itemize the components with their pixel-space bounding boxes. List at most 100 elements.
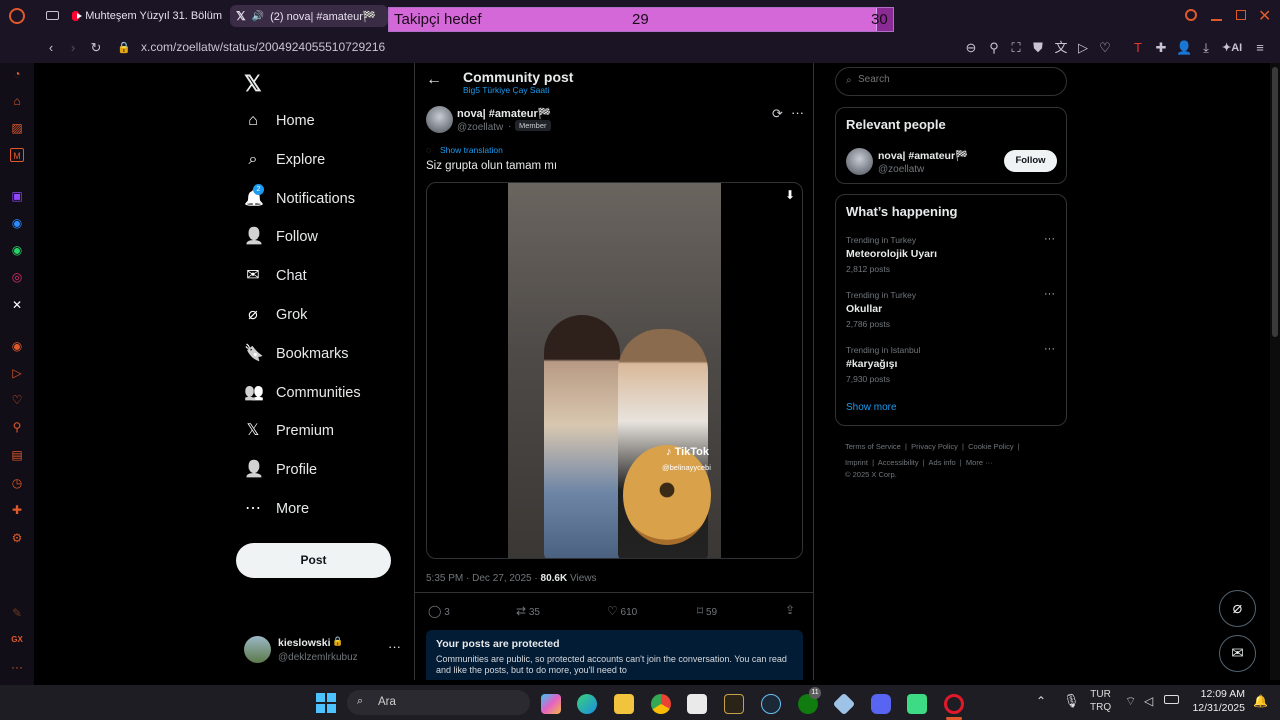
scrollbar[interactable] xyxy=(1270,63,1280,680)
download-icon[interactable]: ⬇ xyxy=(785,188,795,202)
footer-link[interactable]: Cookie Policy xyxy=(968,442,1013,451)
microphone-icon[interactable]: 🎙 xyxy=(1063,693,1080,709)
author-avatar[interactable] xyxy=(426,106,453,133)
discord-icon[interactable] xyxy=(871,694,891,714)
nav-more[interactable]: ⋯ More xyxy=(244,497,309,521)
x-logo-icon[interactable]: 𝕏 xyxy=(244,71,262,97)
chevron-up-icon[interactable]: ⌃ xyxy=(1036,694,1046,708)
back-icon[interactable]: ‹ xyxy=(44,41,58,55)
volume-icon[interactable]: ◁ xyxy=(1144,694,1153,708)
footer-link[interactable]: Imprint xyxy=(845,458,868,467)
opera-gx-icon[interactable] xyxy=(944,694,964,714)
reply-button[interactable]: ◯ 3 xyxy=(428,604,450,618)
gx-mod-icon[interactable]: ✎ xyxy=(10,606,24,620)
tab-youtube[interactable]: Muhteşem Yüzyıl 31. Bölüm xyxy=(72,5,222,27)
menu-icon[interactable]: ≡ xyxy=(1253,41,1267,55)
wifi-icon[interactable]: ⌔ xyxy=(1125,694,1136,709)
extension-red-icon[interactable]: T xyxy=(1131,41,1145,55)
windows-start-icon[interactable] xyxy=(316,693,336,713)
store-icon[interactable] xyxy=(687,694,707,714)
reload-icon[interactable]: ↻ xyxy=(89,41,103,55)
author-name[interactable]: nova| #amateur🏁 xyxy=(457,107,551,120)
video-frame[interactable]: ♪ TikTok @belinayycebi xyxy=(508,183,721,558)
more-dots-icon[interactable]: ··· xyxy=(1044,343,1055,355)
nav-premium[interactable]: 𝕏 Premium xyxy=(244,419,334,443)
whatsapp-icon[interactable]: ◉ xyxy=(10,243,24,257)
show-more-link[interactable]: Show more xyxy=(846,402,897,413)
instagram-icon[interactable]: ◎ xyxy=(10,270,24,284)
chrome-icon[interactable] xyxy=(651,694,671,714)
search-box[interactable]: ⌕ xyxy=(835,67,1067,96)
nav-communities[interactable]: 👥 Communities xyxy=(244,381,361,405)
speaker-icon[interactable]: 🔊 xyxy=(252,11,264,22)
zoom-icon[interactable]: ⊖ xyxy=(964,41,978,55)
person-avatar[interactable] xyxy=(846,148,873,175)
bookmark-button[interactable]: ⌑ 59 xyxy=(697,604,717,618)
scrollbar-thumb[interactable] xyxy=(1272,67,1278,337)
nav-grok[interactable]: ⌀ Grok xyxy=(244,303,307,327)
url-field[interactable]: x.com/zoellatw/status/200492405551072921… xyxy=(141,40,385,54)
favorites-icon[interactable]: ♡ xyxy=(10,393,24,407)
nav-profile[interactable]: 👤 Profile xyxy=(244,458,317,482)
more-icon[interactable]: ··· xyxy=(10,660,24,674)
messenger-icon[interactable]: ◉ xyxy=(10,216,24,230)
show-translation-link[interactable]: Show translation xyxy=(440,145,503,155)
post-button[interactable]: Post xyxy=(236,543,391,578)
x-sidebar-icon[interactable]: ✕ xyxy=(10,298,24,312)
send-icon[interactable]: ▷ xyxy=(1076,41,1090,55)
gx-control-icon[interactable]: ⌂ xyxy=(10,94,24,108)
nav-chat[interactable]: ✉ Chat xyxy=(244,264,306,288)
input-language[interactable]: TUR TRQ xyxy=(1090,688,1111,714)
tabs-icon[interactable]: ▤ xyxy=(10,448,24,462)
taskbar-search[interactable]: ⌕ Ara xyxy=(347,690,530,715)
speed-dial-icon[interactable]: ◔ xyxy=(10,67,24,81)
snapshot-icon[interactable]: ⛶ xyxy=(1009,41,1023,55)
post-time[interactable]: 5:35 PM · Dec 27, 2025 · xyxy=(426,573,538,584)
footer-link[interactable]: Terms of Service xyxy=(845,442,901,451)
m-icon[interactable]: M xyxy=(10,148,24,162)
tab-manager-icon[interactable] xyxy=(46,11,59,20)
footer-link[interactable]: Ads info xyxy=(929,458,956,467)
android-icon[interactable] xyxy=(907,694,927,714)
nav-follow[interactable]: 👤 Follow xyxy=(244,225,318,249)
pin-icon[interactable]: ⚲ xyxy=(987,41,1001,55)
account-switcher[interactable]: kieslowski 🔒 @deklzemlrkubuz ··· xyxy=(244,635,404,665)
download-icon[interactable]: ⤓ xyxy=(1199,41,1213,55)
follow-button[interactable]: Follow xyxy=(1004,150,1057,172)
battery-icon[interactable] xyxy=(1164,695,1179,704)
footer-link[interactable]: Accessibility xyxy=(878,458,919,467)
repost-button[interactable]: ⇄ 35 xyxy=(516,604,540,618)
share-icon[interactable]: ⇪ xyxy=(785,603,795,617)
post-media[interactable]: ♪ TikTok @belinayycebi ⬇ xyxy=(426,182,803,559)
shield-icon[interactable]: ⛊ xyxy=(1031,41,1045,55)
minimize-icon[interactable] xyxy=(1211,19,1222,21)
heart-icon[interactable]: ♡ xyxy=(1098,41,1112,55)
grok-float-button[interactable]: ⌀ xyxy=(1219,590,1256,627)
extensions-icon[interactable]: ✚ xyxy=(10,503,24,517)
person-name[interactable]: nova| #amateur🏁 xyxy=(878,149,968,162)
messages-float-button[interactable]: ✉ xyxy=(1219,635,1256,672)
grok-icon[interactable]: ⟳ xyxy=(772,106,783,122)
notification-icon[interactable]: 🔔 xyxy=(1253,694,1268,708)
pinboard-icon[interactable]: ⚲ xyxy=(10,420,24,434)
restore-icon[interactable] xyxy=(1236,10,1246,20)
flow-icon[interactable]: ▷ xyxy=(10,366,24,380)
opera-logo-icon[interactable] xyxy=(9,8,25,24)
translate-icon[interactable]: 文 xyxy=(1054,41,1068,55)
clock[interactable]: 12:09 AM 12/31/2025 xyxy=(1188,687,1245,715)
like-button[interactable]: ♡ 610 xyxy=(607,604,637,618)
gx-corner-icon[interactable]: ▨ xyxy=(10,121,24,135)
player-icon[interactable]: ◉ xyxy=(10,339,24,353)
forward-icon[interactable]: › xyxy=(66,41,80,55)
history-icon[interactable]: ◷ xyxy=(10,476,24,490)
gx-logo-icon[interactable]: GX xyxy=(10,633,24,647)
settings-icon[interactable]: ⚙ xyxy=(10,531,24,545)
more-dots-icon[interactable]: ··· xyxy=(1044,288,1055,300)
app-icon[interactable] xyxy=(832,692,856,716)
more-dots-icon[interactable]: ··· xyxy=(388,639,401,654)
copilot-icon[interactable] xyxy=(541,694,561,714)
game-launcher-icon[interactable] xyxy=(724,694,744,714)
nav-notifications[interactable]: 🔔 2 Notifications xyxy=(244,183,355,211)
edge-icon[interactable] xyxy=(577,694,597,714)
community-link[interactable]: Big5 Türkiye Çay Saati xyxy=(463,85,549,95)
